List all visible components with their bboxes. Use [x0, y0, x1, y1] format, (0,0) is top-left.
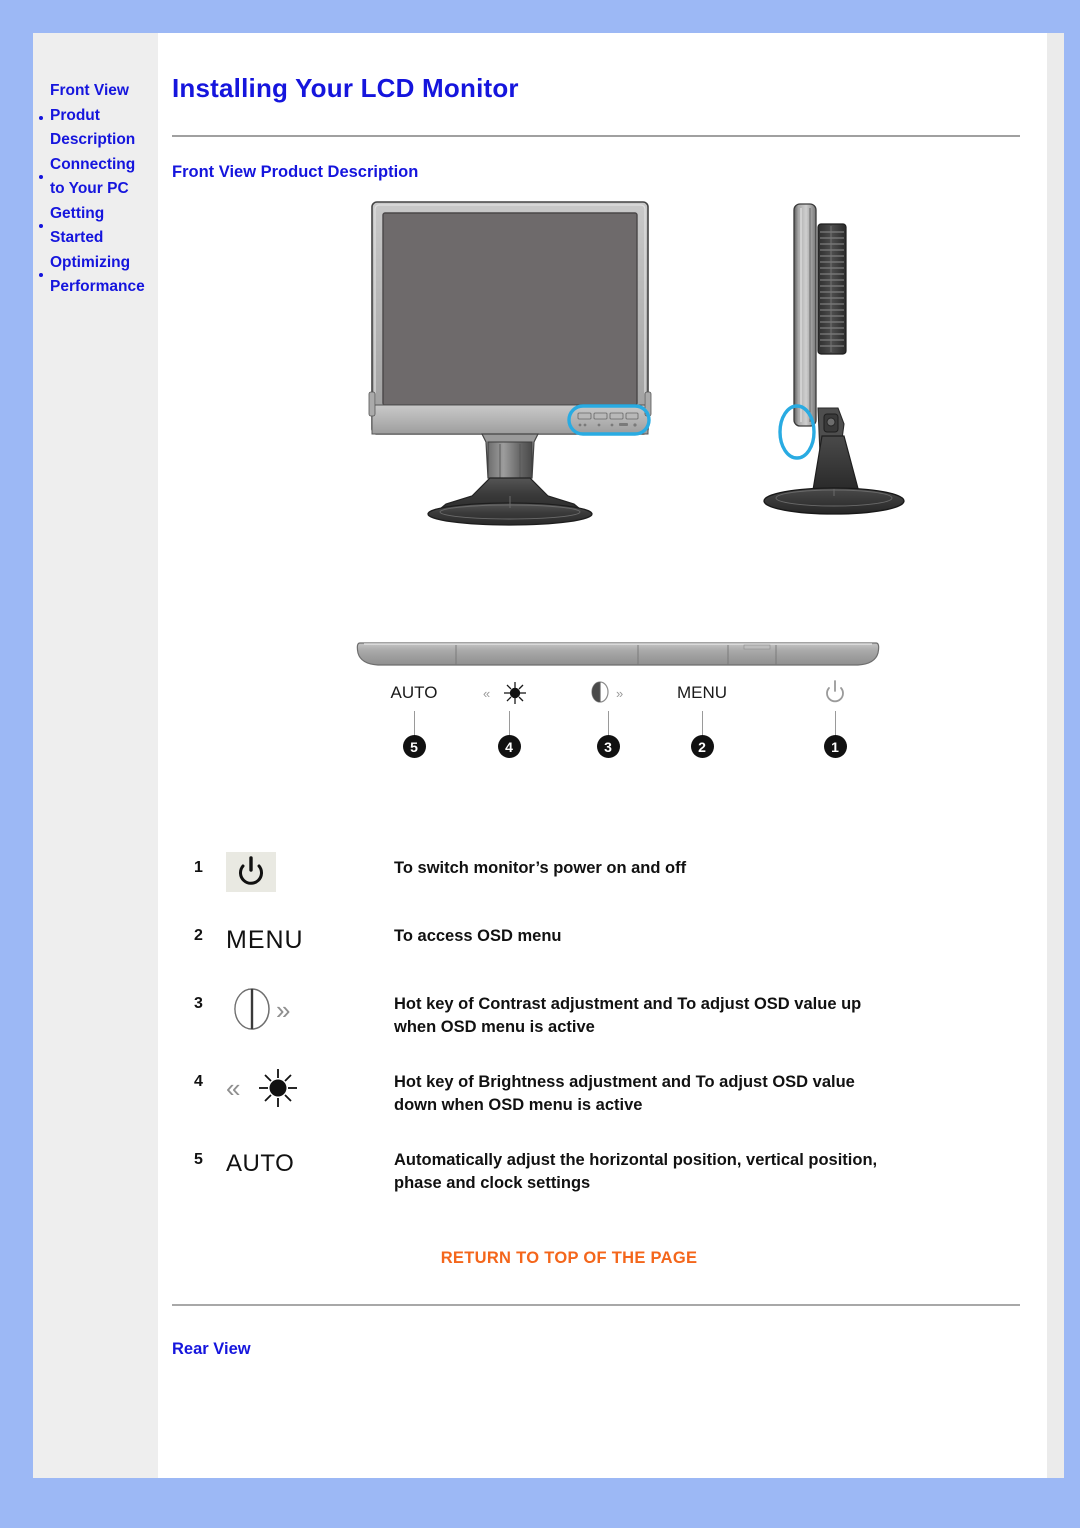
- legend-icon-cell: MENU: [226, 919, 394, 961]
- leader-line: [509, 711, 510, 737]
- legend-number: 5: [194, 1151, 203, 1168]
- control-panel-diagram: AUTO « » MENU 5 4 3 2 1: [172, 639, 1046, 799]
- sidebar-top-label: Front View: [50, 82, 129, 99]
- legend-description: To access OSD menu: [394, 919, 562, 948]
- main-content: Installing Your LCD Monitor Front View P…: [158, 33, 1064, 1478]
- legend-number: 2: [194, 927, 203, 944]
- legend-desc-line1: Hot key of Contrast adjustment and To ad…: [394, 995, 862, 1013]
- svg-text:«: «: [483, 686, 490, 701]
- legend-description: Hot key of Brightness adjustment and To …: [394, 1065, 855, 1117]
- front-view-monitor-image: [368, 201, 652, 526]
- bullet-icon: [39, 273, 43, 277]
- document-page: Front View Produt Description Connecting…: [33, 33, 1064, 1478]
- sidebar-item-getting-started[interactable]: Getting Started: [33, 202, 158, 251]
- legend-row: 1 To switch monitor’s power on and off: [194, 851, 1046, 893]
- svg-text:»: »: [616, 686, 623, 701]
- legend-desc-line1: To switch monitor’s power on and off: [394, 859, 687, 877]
- side-view-monitor-image: [763, 203, 905, 515]
- sidebar-item-connecting-to-your-pc[interactable]: Connecting to Your PC: [33, 153, 158, 202]
- brightness-icon: «: [226, 1065, 316, 1116]
- sidebar-item-label: Started: [50, 229, 104, 246]
- callout-badge-5: 5: [402, 735, 426, 758]
- page-title: Installing Your LCD Monitor: [172, 73, 519, 103]
- contrast-icon: »: [580, 679, 636, 712]
- contrast-icon: »: [226, 987, 306, 1036]
- legend-desc-line2: phase and clock settings: [394, 1174, 591, 1192]
- control-label-menu: MENU: [676, 683, 728, 702]
- divider: [172, 1304, 1020, 1306]
- legend-desc-line1: Hot key of Brightness adjustment and To …: [394, 1073, 855, 1091]
- legend-desc-line1: Automatically adjust the horizontal posi…: [394, 1151, 878, 1169]
- legend-number: 4: [194, 1073, 203, 1090]
- sidebar-item-label: to Your PC: [50, 180, 129, 197]
- return-to-top-link[interactable]: RETURN TO TOP OF THE PAGE: [172, 1249, 1046, 1268]
- brightness-icon: «: [481, 679, 537, 712]
- power-icon: [823, 679, 847, 712]
- button-legend-table: 1 To switch monitor’s power on and off 2: [194, 851, 1046, 1195]
- leader-line: [835, 711, 836, 737]
- callout-badge-1: 1: [823, 735, 847, 758]
- legend-number: 1: [194, 859, 203, 876]
- divider: [172, 135, 1020, 137]
- leader-line: [608, 711, 609, 737]
- callout-badge-3: 3: [596, 735, 620, 758]
- menu-label: MENU: [226, 925, 304, 954]
- legend-desc-line2: when OSD menu is active: [394, 1018, 595, 1036]
- callout-badge-4: 4: [497, 735, 521, 758]
- monitor-illustrations: [172, 196, 1046, 541]
- section-title: Front View Product Description: [172, 163, 419, 181]
- legend-desc-line1: To access OSD menu: [394, 927, 562, 945]
- legend-row: 2 MENU To access OSD menu: [194, 919, 1046, 961]
- bullet-icon: [39, 224, 43, 228]
- vertical-scrollbar[interactable]: [1047, 33, 1064, 1478]
- sidebar-list: Produt Description Connecting to Your PC…: [33, 104, 158, 300]
- legend-row: 3 » Hot key of Contrast adjustment and T…: [194, 987, 1046, 1039]
- sidebar-item-label: Connecting: [50, 155, 136, 173]
- sidebar-item-label: Optimizing: [50, 253, 131, 271]
- legend-icon-cell: »: [226, 987, 394, 1036]
- leader-line: [414, 711, 415, 737]
- bullet-icon: [39, 175, 43, 179]
- sidebar-item-optimizing-performance[interactable]: Optimizing Performance: [33, 251, 158, 300]
- callout-badge-2: 2: [690, 735, 714, 758]
- legend-description: To switch monitor’s power on and off: [394, 851, 686, 880]
- legend-row: 5 AUTO Automatically adjust the horizont…: [194, 1143, 1046, 1195]
- control-bar-labels: AUTO « » MENU: [172, 680, 1046, 713]
- sidebar-item-label: Performance: [50, 278, 145, 295]
- legend-icon-cell: AUTO: [226, 1143, 394, 1185]
- sidebar-item-label: Getting: [50, 204, 105, 222]
- rear-view-section-title: Rear View: [172, 1340, 251, 1358]
- auto-label: AUTO: [226, 1150, 295, 1177]
- sidebar-item-label: Description: [50, 131, 136, 148]
- legend-description: Automatically adjust the horizontal posi…: [394, 1143, 877, 1195]
- sidebar-item-product-description[interactable]: Produt Description: [33, 104, 158, 153]
- legend-desc-line2: down when OSD menu is active: [394, 1096, 643, 1114]
- legend-icon-cell: «: [226, 1065, 394, 1116]
- svg-text:«: «: [226, 1073, 240, 1103]
- legend-number: 3: [194, 995, 203, 1012]
- control-bar-image: [356, 642, 880, 666]
- sidebar-item-label: Produt: [50, 106, 100, 124]
- legend-row: 4 « Hot key of Brightness adjustment and…: [194, 1065, 1046, 1117]
- legend-description: Hot key of Contrast adjustment and To ad…: [394, 987, 861, 1039]
- svg-text:»: »: [276, 995, 290, 1025]
- legend-icon-cell: [226, 851, 394, 893]
- leader-line: [702, 711, 703, 737]
- sidebar-navigation: Front View Produt Description Connecting…: [33, 33, 158, 1478]
- control-label-auto: AUTO: [390, 683, 438, 702]
- power-icon: [226, 852, 276, 892]
- bullet-icon: [39, 115, 43, 120]
